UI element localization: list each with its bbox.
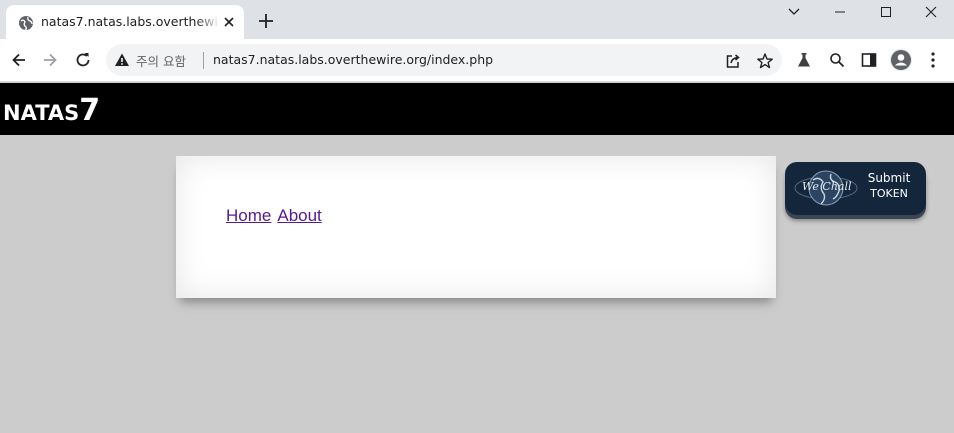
chevron-down-icon <box>788 8 800 15</box>
back-button[interactable] <box>8 49 30 71</box>
forward-icon <box>44 53 57 67</box>
wechall-logo-text: We Chall <box>802 180 852 193</box>
profile-icon <box>891 50 911 70</box>
site-title-prefix: NATAS <box>3 101 80 125</box>
browser-toolbar: 주의 요함 natas7.natas.labs.overthewire.org/… <box>0 39 954 82</box>
address-bar[interactable]: 주의 요함 natas7.natas.labs.overthewire.org/… <box>106 44 782 76</box>
security-indicator[interactable]: 주의 요함 <box>114 49 186 71</box>
menu-button[interactable] <box>923 50 943 70</box>
token-label: TOKEN <box>870 187 908 200</box>
close-icon <box>925 6 937 18</box>
tab-close-icon[interactable] <box>221 14 237 30</box>
reload-icon <box>76 53 90 67</box>
search-icon <box>830 53 845 68</box>
close-window-button[interactable] <box>908 0 954 24</box>
maximize-button[interactable] <box>863 0 909 24</box>
url-text[interactable]: natas7.natas.labs.overthewire.org/index.… <box>213 52 493 67</box>
address-separator <box>203 52 204 69</box>
reload-button[interactable] <box>72 49 94 71</box>
back-icon <box>12 53 25 67</box>
wechall-submit-token-button[interactable]: We Chall Submit TOKEN <box>785 162 926 215</box>
submit-token-label: Submit TOKEN <box>860 171 918 201</box>
menu-icon <box>931 52 935 68</box>
content-panel: Home About <box>176 156 776 298</box>
search-button[interactable] <box>827 50 847 70</box>
forward-button[interactable] <box>39 49 61 71</box>
browser-tab[interactable]: natas7.natas.labs.overthewire.org <box>6 5 244 39</box>
minimize-icon <box>835 11 845 13</box>
page-viewport: NATAS7 Home About We Chall Submit TOKEN <box>0 83 954 433</box>
site-title: NATAS7 <box>3 93 100 128</box>
tab-strip: natas7.natas.labs.overthewire.org <box>0 0 954 39</box>
side-panel-button[interactable] <box>859 50 879 70</box>
site-title-number: 7 <box>79 93 101 128</box>
about-link[interactable]: About <box>277 206 321 225</box>
nav-links: Home About <box>226 206 322 226</box>
globe-icon <box>19 16 33 31</box>
tab-search-button[interactable] <box>771 0 817 24</box>
side-panel-icon <box>861 53 877 67</box>
new-tab-icon[interactable] <box>256 11 276 31</box>
labs-button[interactable] <box>794 50 814 70</box>
maximize-icon <box>881 7 891 17</box>
star-icon[interactable] <box>756 52 774 70</box>
labs-icon <box>798 53 810 67</box>
minimize-button[interactable] <box>817 0 863 24</box>
share-icon[interactable] <box>724 52 742 70</box>
site-header: NATAS7 <box>0 83 954 135</box>
submit-label: Submit <box>867 171 911 185</box>
tab-title: natas7.natas.labs.overthewire.org <box>41 14 217 29</box>
tab-title-fade <box>196 11 220 33</box>
warning-icon <box>115 53 129 66</box>
security-label: 주의 요함 <box>136 53 186 69</box>
profile-button[interactable] <box>890 49 912 71</box>
home-link[interactable]: Home <box>226 206 271 225</box>
